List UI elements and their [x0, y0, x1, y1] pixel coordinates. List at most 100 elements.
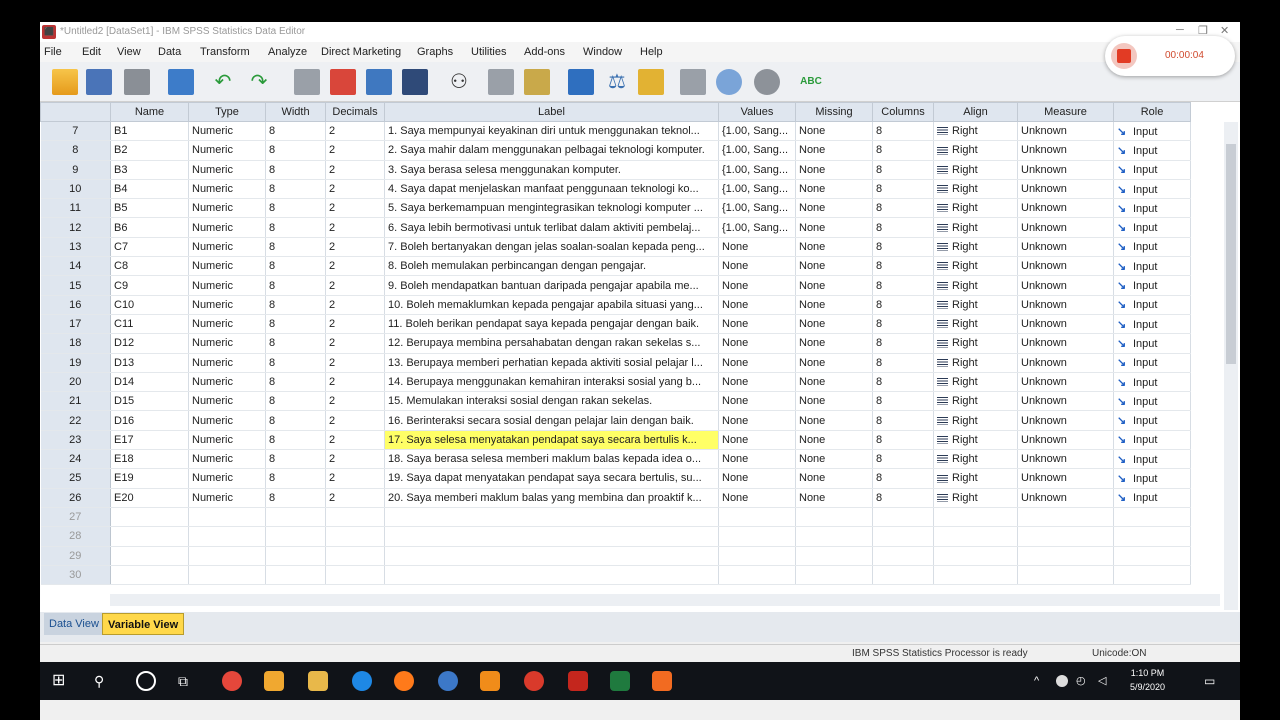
tab-variable-view[interactable]: Variable View [102, 613, 185, 635]
cell-label[interactable]: 16. Berinteraksi secara sosial dengan pe… [384, 410, 719, 431]
cell-decimals[interactable]: 2 [325, 468, 385, 489]
cell-name[interactable]: C7 [110, 237, 189, 258]
cell-measure[interactable]: Unknown [1017, 391, 1114, 412]
cell-columns[interactable] [872, 546, 934, 566]
close-icon[interactable]: ✕ [1220, 24, 1229, 37]
cell-measure[interactable] [1017, 546, 1114, 566]
cell-align[interactable]: Right [933, 430, 1018, 451]
cell-missing[interactable]: None [795, 179, 873, 200]
spell-check-icon[interactable]: ABC [798, 69, 824, 95]
cell-width[interactable]: 8 [265, 140, 326, 161]
cell-role[interactable]: ↘ Input [1113, 410, 1191, 431]
cell-type[interactable]: Numeric [188, 140, 266, 161]
cell-type[interactable]: Numeric [188, 217, 266, 238]
menu-item-help[interactable]: Help [640, 46, 663, 58]
cell-align[interactable]: Right [933, 295, 1018, 315]
use-variable-sets-icon[interactable] [716, 69, 742, 95]
cell-measure[interactable]: Unknown [1017, 198, 1114, 219]
cell-measure[interactable]: Unknown [1017, 449, 1114, 470]
cell-missing[interactable]: None [795, 449, 873, 470]
file-explorer-icon[interactable] [308, 671, 328, 691]
row-number[interactable]: 9 [40, 160, 111, 180]
cell-decimals[interactable]: 2 [325, 140, 385, 161]
undo-icon[interactable]: ↶ [210, 69, 236, 95]
cell-missing[interactable]: None [795, 198, 873, 219]
cell-role[interactable]: ↘ Input [1113, 256, 1191, 277]
cell-width[interactable] [265, 526, 326, 547]
cell-type[interactable]: Numeric [188, 237, 266, 258]
cell-label[interactable] [384, 565, 719, 586]
row-number[interactable]: 24 [40, 449, 111, 470]
column-header-name[interactable]: Name [110, 102, 189, 122]
cell-align[interactable]: Right [933, 372, 1018, 393]
recall-dialog-icon[interactable] [168, 69, 194, 95]
cell-values[interactable]: None [718, 410, 796, 431]
edge-icon[interactable] [352, 671, 372, 691]
cell-measure[interactable]: Unknown [1017, 217, 1114, 238]
cell-width[interactable]: 8 [265, 430, 326, 451]
select-cases-icon[interactable] [638, 69, 664, 95]
column-header-values[interactable]: Values [718, 102, 796, 122]
row-number[interactable]: 30 [40, 565, 111, 586]
cell-width[interactable]: 8 [265, 217, 326, 238]
scroll-thumb[interactable] [1226, 144, 1236, 364]
cell-missing[interactable]: None [795, 430, 873, 451]
cell-role[interactable]: ↘ Input [1113, 140, 1191, 161]
cell-measure[interactable]: Unknown [1017, 314, 1114, 335]
weight-cases-icon[interactable]: ⚖ [604, 69, 630, 95]
open-folder-icon[interactable] [52, 69, 78, 95]
cell-align[interactable]: Right [933, 217, 1018, 238]
cell-columns[interactable]: 8 [872, 275, 934, 296]
task-view-icon[interactable]: ⧉ [178, 671, 198, 691]
cell-type[interactable]: Numeric [188, 353, 266, 373]
stop-record-button[interactable] [1111, 43, 1137, 69]
cell-width[interactable]: 8 [265, 449, 326, 470]
menu-item-graphs[interactable]: Graphs [417, 46, 453, 58]
minimize-icon[interactable]: ─ [1176, 24, 1184, 36]
redo-icon[interactable]: ↷ [246, 69, 272, 95]
cell-label[interactable] [384, 507, 719, 528]
cell-role[interactable]: ↘ Input [1113, 217, 1191, 238]
column-header-measure[interactable]: Measure [1017, 102, 1114, 122]
cell-measure[interactable]: Unknown [1017, 353, 1114, 373]
vlc-icon[interactable] [480, 671, 500, 691]
value-labels-icon[interactable] [680, 69, 706, 95]
cell-role[interactable]: ↘ Input [1113, 237, 1191, 258]
cell-missing[interactable]: None [795, 410, 873, 431]
cell-values[interactable]: None [718, 468, 796, 489]
cell-values[interactable] [718, 526, 796, 547]
cell-missing[interactable]: None [795, 353, 873, 373]
cell-type[interactable]: Numeric [188, 468, 266, 489]
column-header-align[interactable]: Align [933, 102, 1018, 122]
cell-type[interactable]: Numeric [188, 488, 266, 508]
acrobat-icon[interactable] [568, 671, 588, 691]
cell-align[interactable]: Right [933, 179, 1018, 200]
cell-values[interactable]: {1.00, Sang... [718, 217, 796, 238]
cell-values[interactable]: {1.00, Sang... [718, 179, 796, 200]
cell-type[interactable]: Numeric [188, 314, 266, 335]
row-number[interactable]: 8 [40, 140, 111, 161]
cell-align[interactable] [933, 565, 1018, 586]
column-header-type[interactable]: Type [188, 102, 266, 122]
cell-type[interactable]: Numeric [188, 179, 266, 200]
cell-measure[interactable] [1017, 507, 1114, 528]
cell-missing[interactable] [795, 546, 873, 566]
cell-decimals[interactable]: 2 [325, 256, 385, 277]
cell-label[interactable] [384, 546, 719, 566]
cell-measure[interactable]: Unknown [1017, 372, 1114, 393]
cell-label[interactable]: 18. Saya berasa selesa memberi maklum ba… [384, 449, 719, 470]
system-clock[interactable]: 1:10 PM 5/9/2020 [1130, 666, 1165, 694]
cell-align[interactable]: Right [933, 468, 1018, 489]
cell-decimals[interactable] [325, 546, 385, 566]
recorder-app-icon[interactable] [652, 671, 672, 691]
cell-name[interactable]: E20 [110, 488, 189, 508]
cell-label[interactable]: 15. Memulakan interaksi sosial dengan ra… [384, 391, 719, 412]
cell-name[interactable]: C10 [110, 295, 189, 315]
cell-decimals[interactable]: 2 [325, 410, 385, 431]
cortana-icon[interactable] [136, 671, 156, 691]
cell-type[interactable]: Numeric [188, 256, 266, 277]
go-to-case-icon[interactable] [294, 69, 320, 95]
cell-label[interactable]: 6. Saya lebih bermotivasi untuk terlibat… [384, 217, 719, 238]
cell-label[interactable]: 12. Berupaya membina persahabatan dengan… [384, 333, 719, 354]
column-header-columns[interactable]: Columns [872, 102, 934, 122]
